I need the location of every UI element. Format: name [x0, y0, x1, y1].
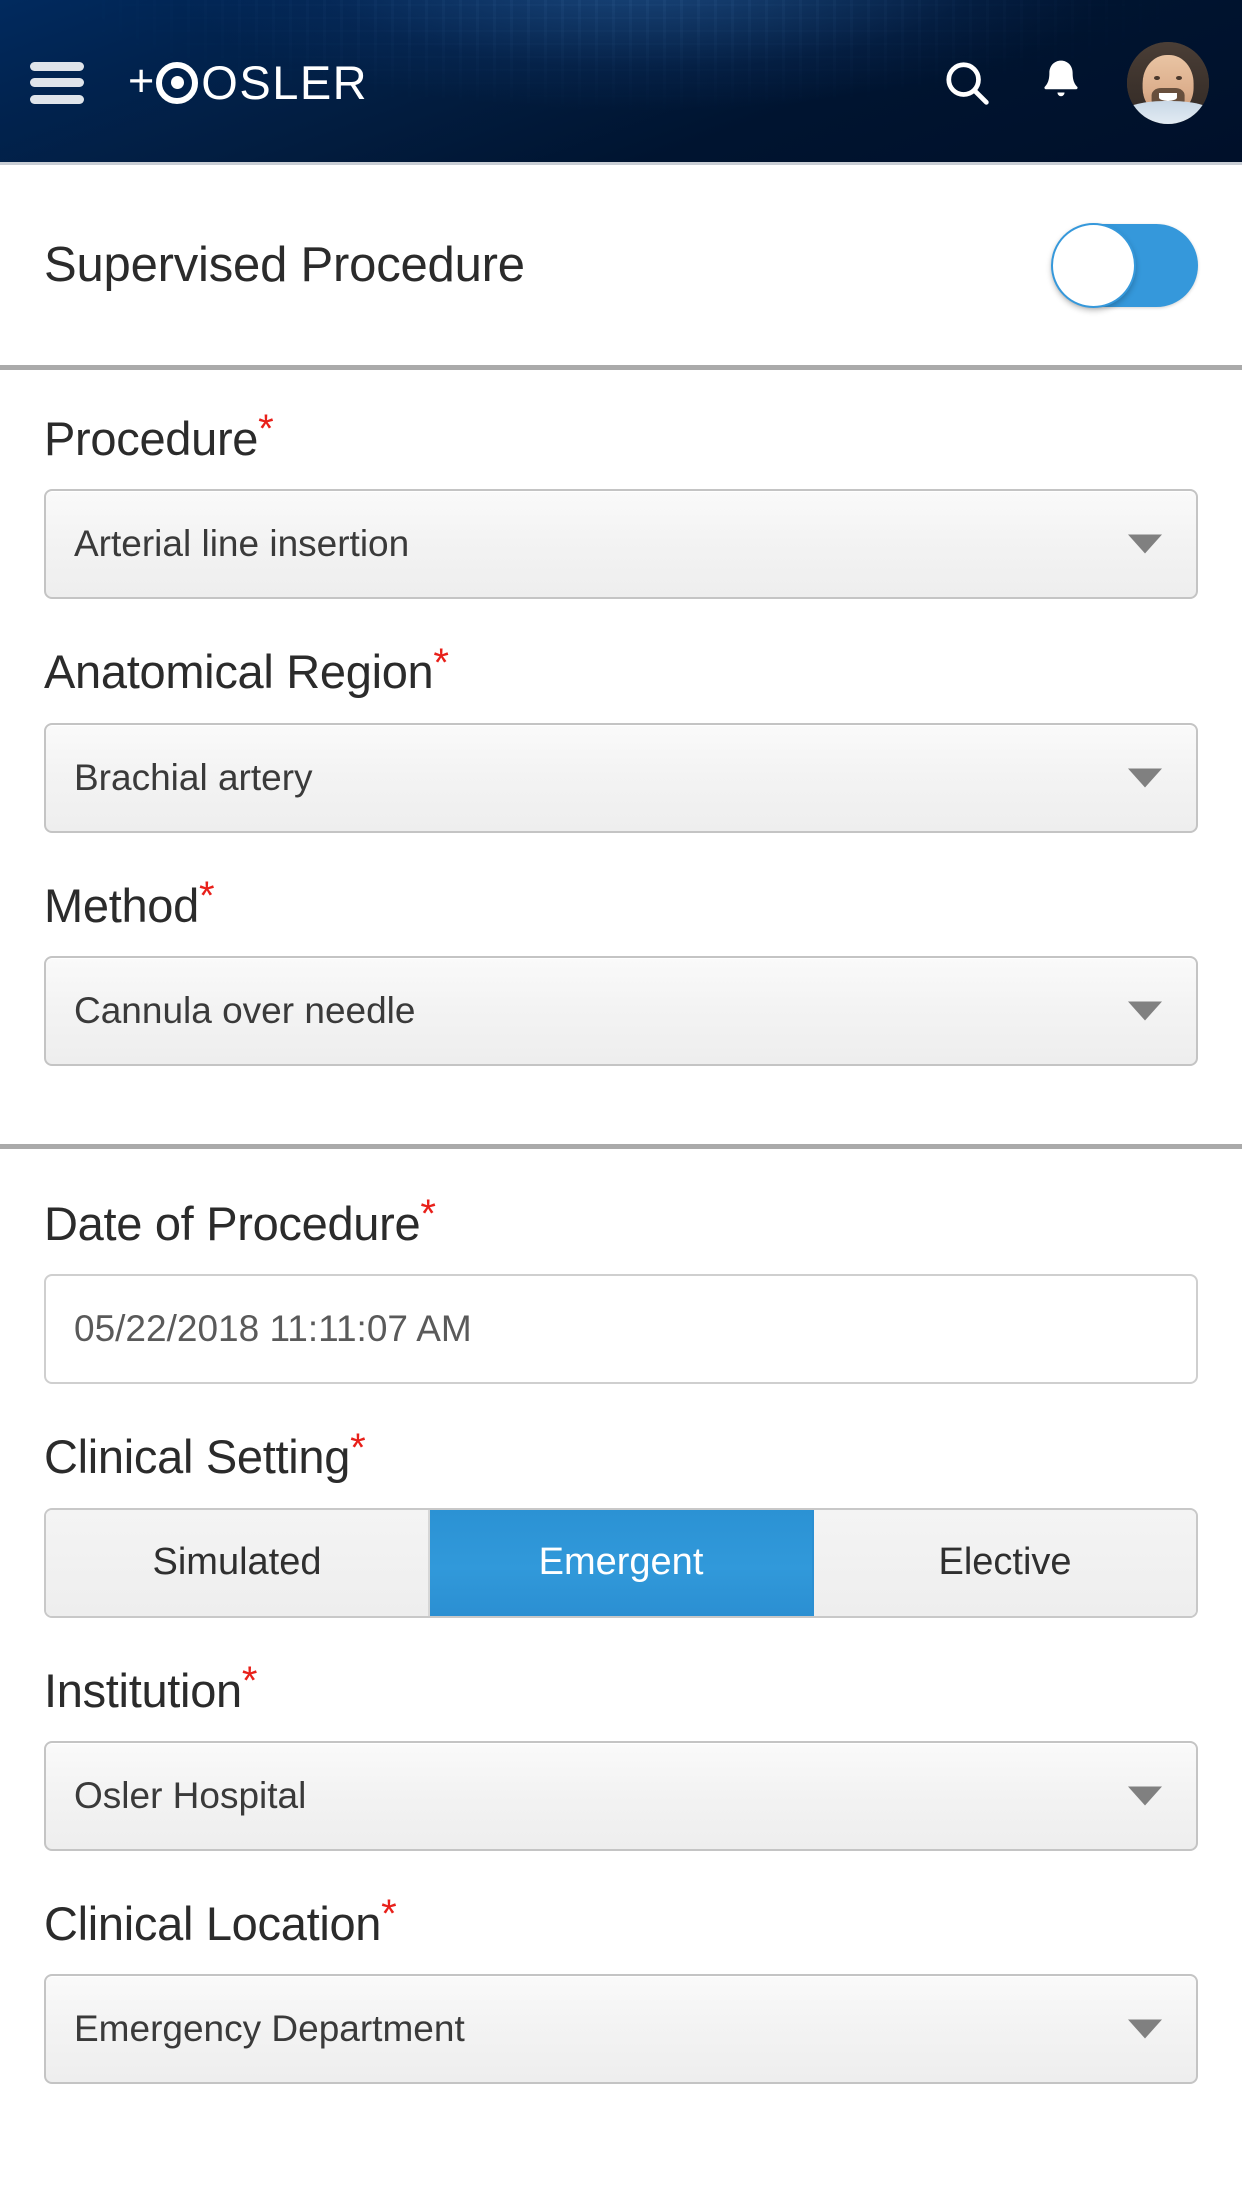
bell-icon[interactable] [1033, 55, 1089, 111]
search-icon[interactable] [939, 55, 995, 111]
hamburger-bar-2 [30, 78, 84, 87]
procedure-field: Procedure* Arterial line insertion [44, 407, 1198, 600]
anatomical-region-select[interactable]: Brachial artery [44, 722, 1198, 833]
date-of-procedure-label: Date of Procedure* [44, 1192, 436, 1250]
procedure-label: Procedure* [44, 407, 274, 465]
segment-elective[interactable]: Elective [814, 1509, 1196, 1616]
chevron-down-icon [1128, 534, 1162, 554]
segment-simulated[interactable]: Simulated [46, 1509, 430, 1616]
header-actions [939, 41, 1209, 124]
required-asterisk: * [381, 1892, 397, 1937]
required-asterisk: * [420, 1192, 436, 1237]
institution-field: Institution* Osler Hospital [44, 1658, 1198, 1851]
hamburger-bar-1 [30, 61, 84, 71]
required-asterisk: * [258, 407, 274, 452]
method-label: Method* [44, 874, 215, 932]
date-of-procedure-input[interactable]: 05/22/2018 11:11:07 AM [44, 1274, 1198, 1385]
brand-o-icon [156, 61, 199, 104]
method-value: Cannula over needle [74, 989, 416, 1031]
required-asterisk: * [198, 874, 215, 918]
brand-name: OSLER [201, 56, 369, 109]
app-header: + OSLER [0, 0, 1242, 165]
date-of-procedure-field: Date of Procedure* 05/22/2018 11:11:07 A… [44, 1192, 1198, 1385]
brand-logo[interactable]: + OSLER [128, 55, 369, 109]
institution-value: Osler Hospital [74, 1774, 307, 1816]
supervised-procedure-section: Supervised Procedure [0, 165, 1242, 365]
segment-emergent[interactable]: Emergent [430, 1509, 814, 1616]
required-asterisk: * [241, 1658, 258, 1703]
procedure-value: Arterial line insertion [74, 523, 410, 565]
toggle-knob [1051, 222, 1136, 308]
encounter-details-section: Date of Procedure* 05/22/2018 11:11:07 A… [0, 1148, 1242, 2185]
clinical-location-select[interactable]: Emergency Department [44, 1974, 1198, 2085]
method-select[interactable]: Cannula over needle [44, 955, 1198, 1066]
institution-label: Institution* [44, 1658, 258, 1717]
hamburger-menu-icon[interactable] [30, 61, 84, 104]
chevron-down-icon [1128, 768, 1162, 788]
brand-plus-symbol: + [128, 55, 155, 106]
clinical-location-field: Clinical Location* Emergency Department [44, 1892, 1198, 2085]
clinical-location-value: Emergency Department [74, 2008, 465, 2050]
clinical-setting-field: Clinical Setting* Simulated Emergent Ele… [44, 1425, 1198, 1618]
procedure-select[interactable]: Arterial line insertion [44, 489, 1198, 600]
chevron-down-icon [1128, 2019, 1162, 2039]
institution-select[interactable]: Osler Hospital [44, 1740, 1198, 1851]
hamburger-bar-3 [30, 94, 84, 104]
date-of-procedure-value: 05/22/2018 11:11:07 AM [74, 1308, 472, 1350]
required-asterisk: * [433, 640, 449, 685]
anatomical-region-value: Brachial artery [74, 756, 313, 798]
app-screen: + OSLER Supervised Procedure Procedure* … [0, 0, 1242, 2208]
clinical-location-label: Clinical Location* [44, 1892, 397, 1950]
method-field: Method* Cannula over needle [44, 874, 1198, 1066]
supervised-procedure-row[interactable]: Supervised Procedure [0, 165, 1242, 365]
clinical-setting-segmented-control: Simulated Emergent Elective [44, 1507, 1198, 1618]
supervised-procedure-label: Supervised Procedure [44, 238, 525, 292]
anatomical-region-label: Anatomical Region* [44, 640, 449, 699]
avatar[interactable] [1127, 41, 1209, 124]
anatomical-region-field: Anatomical Region* Brachial artery [44, 640, 1198, 833]
clinical-setting-label: Clinical Setting* [44, 1425, 366, 1484]
procedure-details-section: Procedure* Arterial line insertion Anato… [0, 370, 1242, 1144]
required-asterisk: * [350, 1425, 366, 1470]
supervised-procedure-toggle[interactable] [1051, 222, 1198, 308]
chevron-down-icon [1128, 1786, 1162, 1806]
chevron-down-icon [1128, 1001, 1162, 1021]
